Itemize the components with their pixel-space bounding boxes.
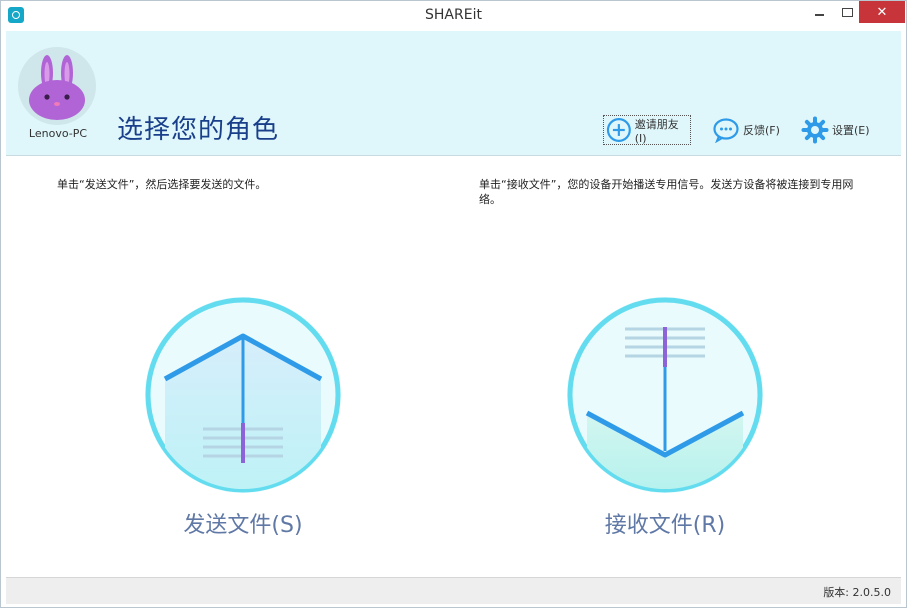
close-button[interactable]: ✕ (859, 1, 905, 23)
send-upload-icon (145, 297, 341, 493)
device-name: Lenovo-PC (28, 127, 88, 140)
avatar[interactable] (18, 47, 96, 125)
status-bar: 版本: 2.0.5.0 (6, 577, 901, 604)
gear-icon (801, 116, 829, 144)
receive-download-icon (567, 297, 763, 493)
plus-circle-icon (606, 118, 631, 142)
feedback-label: 反馈(F) (743, 124, 780, 137)
page-title: 选择您的角色 (117, 115, 280, 145)
invite-friends-label: 邀请朋友(I) (634, 117, 679, 145)
window-title: SHAREit (425, 7, 482, 23)
settings-label: 设置(E) (832, 124, 870, 137)
app-window: SHAREit ✕ Lenovo-PC 选择您的角色 邀请朋友(I) 反馈(F)… (0, 0, 907, 608)
receive-files-button[interactable]: 接收文件(R) (565, 295, 765, 545)
receive-description: 单击“接收文件”，您的设备开始播送专用信号。发送方设备将被连接到专用网络。 (479, 178, 854, 206)
feedback-button[interactable]: 反馈(F) (712, 115, 780, 145)
header-panel: Lenovo-PC 选择您的角色 邀请朋友(I) 反馈(F) 设置(E) (6, 31, 901, 156)
title-bar[interactable]: SHAREit ✕ (1, 1, 906, 30)
maximize-icon (841, 7, 853, 17)
receive-files-label: 接收文件(R) (604, 513, 726, 538)
chat-bubble-icon (713, 118, 739, 143)
version-label: 版本: 2.0.5.0 (823, 586, 891, 599)
bunny-avatar-icon (29, 55, 85, 120)
settings-button[interactable]: 设置(E) (801, 115, 870, 145)
invite-friends-button[interactable]: 邀请朋友(I) (603, 115, 691, 145)
close-icon: ✕ (876, 4, 888, 20)
maximize-button[interactable] (833, 1, 861, 23)
send-description: 单击“发送文件”，然后选择要发送的文件。 (57, 178, 267, 191)
send-files-label: 发送文件(S) (183, 513, 303, 538)
minimize-icon (814, 14, 824, 16)
send-files-button[interactable]: 发送文件(S) (143, 295, 343, 545)
minimize-button[interactable] (805, 1, 833, 23)
